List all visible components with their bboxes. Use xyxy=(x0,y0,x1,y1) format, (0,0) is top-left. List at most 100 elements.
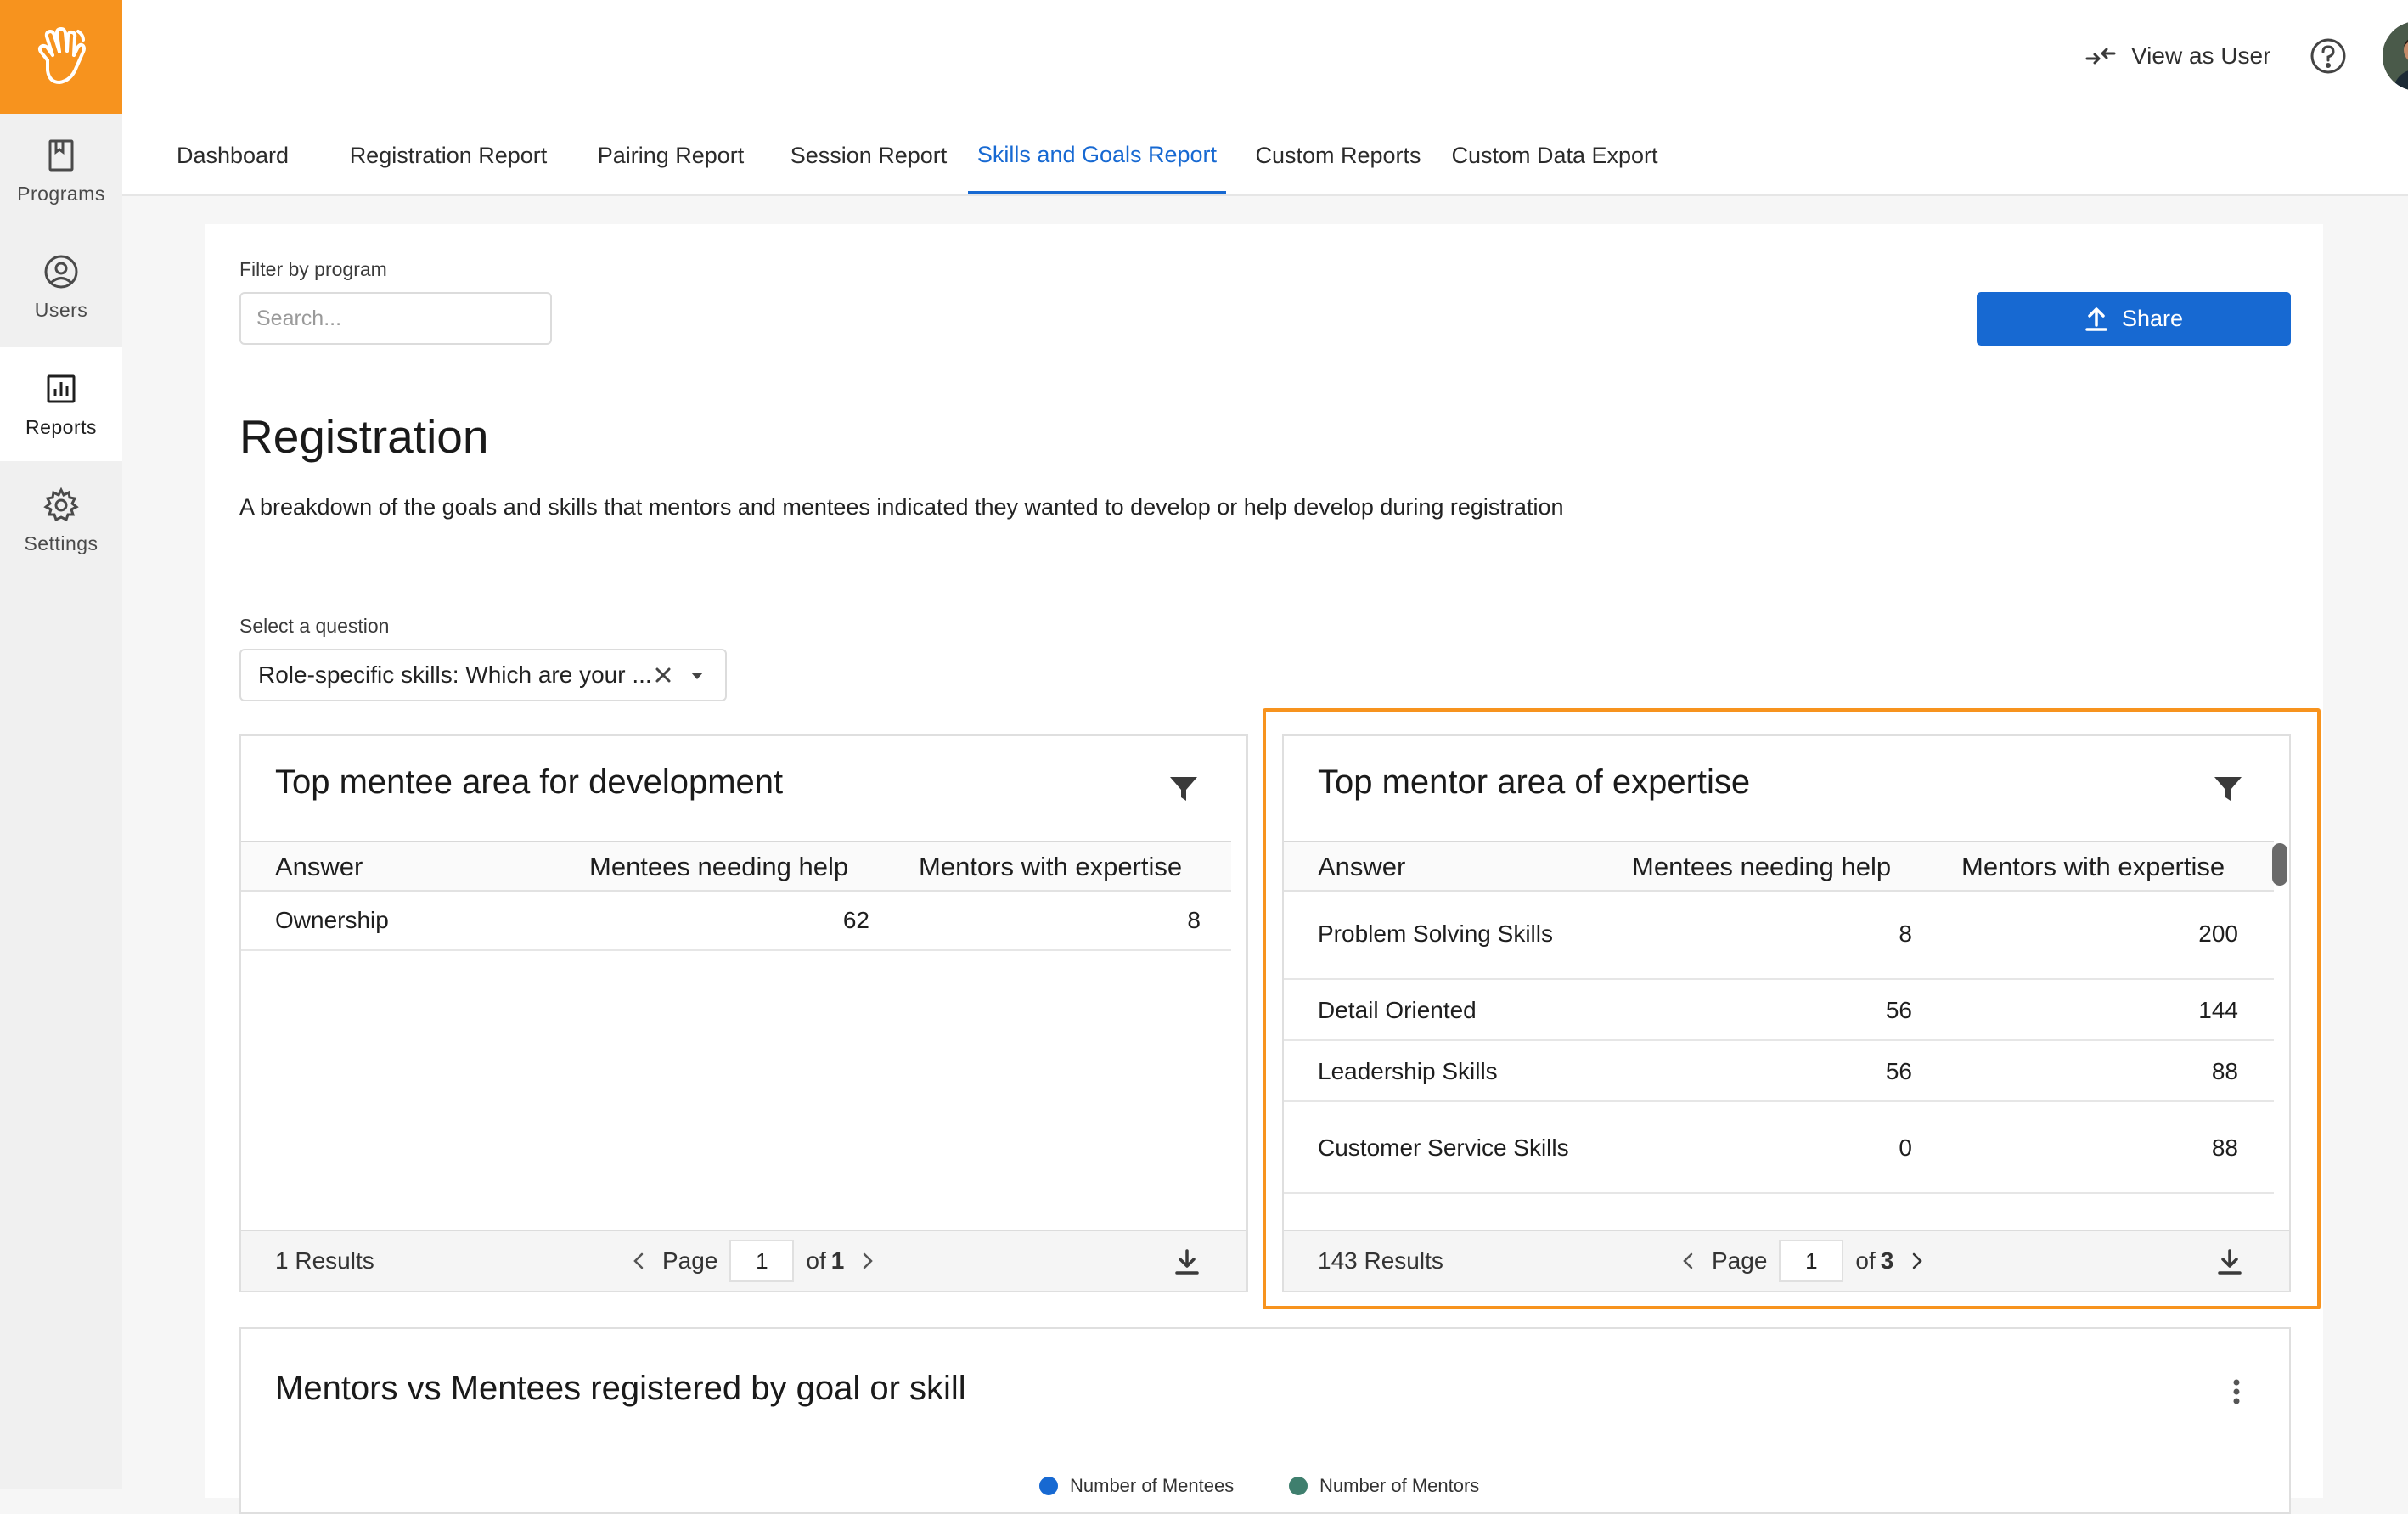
tab-custom-reports[interactable]: Custom Reports xyxy=(1255,119,1421,193)
question-select[interactable]: Role-specific skills: Which are your ... xyxy=(239,649,727,701)
sidebar-item-label: Settings xyxy=(24,532,98,554)
report-tabs: Dashboard Registration Report Pairing Re… xyxy=(122,119,2408,194)
filter-icon[interactable] xyxy=(2213,774,2243,804)
tab-skills-and-goals-report[interactable]: Skills and Goals Report xyxy=(968,119,1226,194)
mentor-table-footer: 143 Results Page 1 of 3 xyxy=(1284,1230,2289,1291)
page-input[interactable]: 1 xyxy=(1779,1240,1844,1282)
pagination: Page 1 of 3 xyxy=(1678,1238,1927,1284)
results-count: 143 Results xyxy=(1318,1247,1443,1274)
page-label: Page xyxy=(662,1247,718,1274)
column-header-mentors[interactable]: Mentors with expertise xyxy=(1961,842,2225,892)
answer-cell: Customer Service Skills xyxy=(1318,1134,1569,1161)
mentees-cell: 8 xyxy=(1899,920,1912,947)
column-header-mentees[interactable]: Mentees needing help xyxy=(1632,842,1891,892)
table-row: Problem Solving Skills 8 200 xyxy=(1284,892,2274,980)
hand-wave-icon xyxy=(37,27,86,84)
mentors-cell: 88 xyxy=(2211,1134,2238,1161)
mentee-table-header: Answer Mentees needing help Mentors with… xyxy=(241,841,1231,892)
answer-cell: Leadership Skills xyxy=(1318,1058,1498,1084)
sidebar: Programs Users Reports Settings xyxy=(0,0,122,1489)
sidebar-item-label: Reports xyxy=(25,415,98,438)
sidebar-item-programs[interactable]: Programs xyxy=(0,114,122,228)
legend-item-mentees[interactable]: Number of Mentees xyxy=(1039,1475,1234,1497)
column-header-mentees[interactable]: Mentees needing help xyxy=(589,842,848,892)
filter-label: Filter by program xyxy=(239,258,387,280)
chart-title: Mentors vs Mentees registered by goal or… xyxy=(275,1370,966,1407)
table-row: Ownership 62 8 xyxy=(241,892,1231,951)
of-label: of xyxy=(806,1247,826,1274)
view-as-user-button[interactable]: View as User xyxy=(2084,37,2270,75)
sidebar-item-label: Users xyxy=(34,298,88,321)
mentee-table-card: Top mentee area for development Answer M… xyxy=(239,734,1248,1292)
caret-down-icon[interactable] xyxy=(688,666,706,684)
mentors-cell: 88 xyxy=(2211,1058,2238,1084)
mentor-table-card: Top mentor area of expertise Answer Ment… xyxy=(1282,734,2291,1292)
share-button[interactable]: Share xyxy=(1977,292,2291,346)
mentees-cell: 62 xyxy=(842,907,869,933)
tab-dashboard[interactable]: Dashboard xyxy=(153,119,312,193)
mentors-cell: 8 xyxy=(1187,907,1201,933)
mentees-cell: 0 xyxy=(1899,1134,1912,1161)
clear-icon[interactable] xyxy=(650,662,676,688)
chevron-right-icon[interactable] xyxy=(1905,1250,1927,1272)
chart-card: Mentors vs Mentees registered by goal or… xyxy=(239,1327,2291,1514)
question-select-value: Role-specific skills: Which are your ... xyxy=(258,661,650,688)
share-label: Share xyxy=(2121,306,2184,331)
mentees-cell: 56 xyxy=(1885,1058,1912,1084)
chevron-left-icon[interactable] xyxy=(1678,1250,1700,1272)
download-icon[interactable] xyxy=(2216,1248,2243,1275)
page-title: Registration xyxy=(239,410,489,463)
table-scrollbar[interactable] xyxy=(2272,843,2287,886)
table-row: Customer Service Skills 0 88 xyxy=(1284,1102,2274,1194)
legend-label: Number of Mentors xyxy=(1319,1475,1480,1496)
table-row: Leadership Skills 56 88 xyxy=(1284,1041,2274,1102)
of-label: of xyxy=(1855,1247,1876,1274)
total-pages: 1 xyxy=(830,1247,845,1274)
chevron-left-icon[interactable] xyxy=(628,1250,650,1272)
book-icon xyxy=(48,139,74,171)
help-icon[interactable] xyxy=(2310,37,2347,75)
mentee-table-title: Top mentee area for development xyxy=(275,763,784,801)
mentor-table-header: Answer Mentees needing help Mentors with… xyxy=(1284,841,2274,892)
page-label: Page xyxy=(1712,1247,1768,1274)
column-header-answer[interactable]: Answer xyxy=(275,842,363,892)
mentors-cell: 200 xyxy=(2198,920,2238,947)
filter-icon[interactable] xyxy=(1168,774,1199,804)
legend-label: Number of Mentees xyxy=(1070,1475,1235,1496)
gear-icon xyxy=(43,487,79,521)
program-search-input[interactable] xyxy=(239,292,552,345)
mentees-cell: 56 xyxy=(1885,997,1912,1023)
pagination: Page 1 of 1 xyxy=(628,1238,878,1284)
legend-dot xyxy=(1289,1477,1308,1495)
avatar[interactable] xyxy=(2383,21,2408,91)
answer-cell: Detail Oriented xyxy=(1318,997,1477,1023)
chevron-right-icon[interactable] xyxy=(856,1250,878,1272)
mentors-cell: 144 xyxy=(2198,997,2238,1023)
more-options-icon[interactable] xyxy=(2221,1376,2252,1407)
page-description: A breakdown of the goals and skills that… xyxy=(239,494,1564,520)
tab-registration-report[interactable]: Registration Report xyxy=(333,119,564,193)
mentor-table-title: Top mentor area of expertise xyxy=(1318,763,1751,801)
answer-cell: Problem Solving Skills xyxy=(1318,920,1553,947)
page-input[interactable]: 1 xyxy=(729,1240,795,1282)
mentee-table-footer: 1 Results Page 1 of 1 xyxy=(241,1230,1246,1291)
user-photo-icon xyxy=(2383,21,2408,91)
column-header-answer[interactable]: Answer xyxy=(1318,842,1405,892)
app-logo[interactable] xyxy=(0,0,122,114)
sidebar-item-users[interactable]: Users xyxy=(0,230,122,344)
swap-arrows-icon xyxy=(2085,48,2116,65)
total-pages: 3 xyxy=(1880,1247,1894,1274)
download-icon[interactable] xyxy=(1173,1248,1201,1275)
view-as-user-label: View as User xyxy=(2131,42,2271,69)
bar-chart-icon xyxy=(47,374,76,402)
tab-session-report[interactable]: Session Report xyxy=(778,119,959,193)
legend-item-mentors[interactable]: Number of Mentors xyxy=(1289,1475,1479,1497)
results-count: 1 Results xyxy=(275,1247,374,1274)
tab-custom-data-export[interactable]: Custom Data Export xyxy=(1450,119,1659,193)
sidebar-item-reports[interactable]: Reports xyxy=(0,347,122,461)
sidebar-item-settings[interactable]: Settings xyxy=(0,464,122,577)
tab-pairing-report[interactable]: Pairing Report xyxy=(582,119,759,193)
answer-cell: Ownership xyxy=(275,907,389,933)
column-header-mentors[interactable]: Mentors with expertise xyxy=(919,842,1182,892)
user-circle-icon xyxy=(44,255,78,288)
